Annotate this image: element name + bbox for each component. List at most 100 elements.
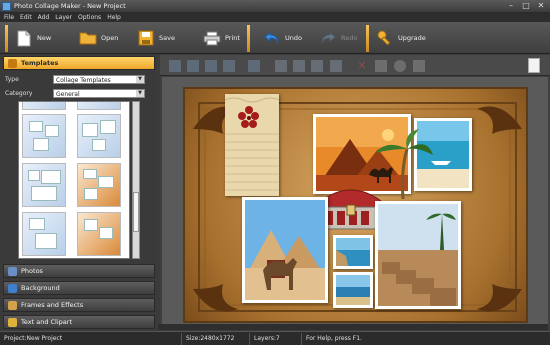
delete-icon[interactable]: ✕ xyxy=(356,60,368,72)
doc-icon[interactable] xyxy=(528,58,540,73)
gallery-scrollbar[interactable] xyxy=(132,101,140,259)
flip-vertical-icon[interactable] xyxy=(311,60,323,72)
gallery-scrollbar-thumb[interactable] xyxy=(133,192,139,232)
photo-sea-cliffs[interactable] xyxy=(333,235,373,269)
print-label: Print xyxy=(225,34,240,42)
category-select[interactable]: General ▼ xyxy=(53,88,145,98)
giza-camel-image xyxy=(245,200,325,300)
open-label: Open xyxy=(101,34,119,42)
minimize-icon[interactable]: – xyxy=(505,1,517,11)
print-button[interactable]: Print xyxy=(202,26,240,50)
send-back-icon[interactable] xyxy=(223,60,235,72)
toolbar-separator xyxy=(366,25,369,52)
new-icon xyxy=(14,28,34,48)
window-icon xyxy=(2,2,11,11)
rotate-icon[interactable] xyxy=(330,60,342,72)
template-thumb[interactable] xyxy=(22,102,66,110)
template-thumb[interactable] xyxy=(77,163,121,207)
crop-icon[interactable] xyxy=(375,60,387,72)
category-value: General xyxy=(56,90,80,98)
flip-horizontal-icon[interactable] xyxy=(293,60,305,72)
status-bar: Project:New Project Size:2480x1772 Layer… xyxy=(0,331,550,345)
template-thumb[interactable] xyxy=(22,114,66,158)
type-value: Collage Templates xyxy=(56,76,111,84)
frames-effects-header-label: Frames and Effects xyxy=(21,301,84,309)
new-button[interactable]: New xyxy=(14,26,51,50)
photo-sphinx-avenue[interactable] xyxy=(375,201,461,309)
templates-header-label: Templates xyxy=(21,59,59,67)
editor-panel: ✕ xyxy=(160,55,550,330)
layers-icon[interactable] xyxy=(413,60,425,72)
menu-edit[interactable]: Edit xyxy=(20,14,32,21)
save-icon xyxy=(136,28,156,48)
new-label: New xyxy=(37,34,52,42)
arrange-toolstrip: ✕ xyxy=(160,55,550,76)
menu-options[interactable]: Options xyxy=(78,14,101,21)
sphinx-avenue-image xyxy=(378,204,458,306)
photo-giza-camel[interactable] xyxy=(242,197,328,303)
type-row: Type Collage Templates ▼ xyxy=(5,74,155,84)
template-thumb[interactable] xyxy=(77,114,121,158)
undo-button[interactable]: Undo xyxy=(262,26,302,50)
photos-header[interactable]: Photos xyxy=(3,264,155,278)
template-thumb[interactable] xyxy=(22,212,66,256)
toolbar-separator xyxy=(247,25,250,52)
photos-icon xyxy=(8,266,17,276)
menu-file[interactable]: File xyxy=(4,14,14,21)
upgrade-button[interactable]: Upgrade xyxy=(375,26,426,50)
bring-forward-icon[interactable] xyxy=(187,60,199,72)
undo-label: Undo xyxy=(285,34,302,42)
flip-icon[interactable] xyxy=(275,60,287,72)
text-clipart-header-label: Text and Clipart xyxy=(21,318,72,326)
redo-icon xyxy=(318,28,338,48)
type-select[interactable]: Collage Templates ▼ xyxy=(53,74,145,84)
status-project: Project:New Project xyxy=(0,332,182,345)
left-panel: Templates Type Collage Templates ▼ Categ… xyxy=(0,55,157,330)
canvas-hscrollbar[interactable] xyxy=(158,324,548,330)
status-layers: Layers:7 xyxy=(250,332,302,345)
toolbar-separator xyxy=(5,25,8,52)
category-row: Category General ▼ xyxy=(5,88,155,98)
template-thumb[interactable] xyxy=(77,212,121,256)
align-icon[interactable] xyxy=(248,60,260,72)
open-icon xyxy=(78,28,98,48)
menu-help[interactable]: Help xyxy=(107,14,121,21)
send-backward-icon[interactable] xyxy=(205,60,217,72)
background-icon xyxy=(8,283,17,293)
text-clipart-header[interactable]: Text and Clipart xyxy=(3,315,155,329)
settings-icon[interactable] xyxy=(394,60,406,72)
photos-header-label: Photos xyxy=(21,267,43,275)
text-clipart-icon xyxy=(8,317,17,327)
collage-canvas[interactable] xyxy=(183,87,528,323)
close-icon[interactable]: ✕ xyxy=(535,1,547,11)
chevron-down-icon: ▼ xyxy=(136,75,144,83)
menu-layer[interactable]: Layer xyxy=(55,14,72,21)
note-paper[interactable] xyxy=(224,94,280,196)
photo-coast[interactable] xyxy=(333,272,373,308)
background-header-label: Background xyxy=(21,284,60,292)
open-button[interactable]: Open xyxy=(78,26,118,50)
redo-label: Redo xyxy=(341,34,358,42)
template-thumb[interactable] xyxy=(77,102,121,110)
template-gallery[interactable] xyxy=(18,101,130,259)
window-title: Photo Collage Maker - New Project xyxy=(14,2,126,10)
redo-button[interactable]: Redo xyxy=(318,26,357,50)
status-help: For Help, press F1. xyxy=(306,335,362,342)
menu-bar: File Edit Add Layer Options Help xyxy=(0,13,550,22)
bring-front-icon[interactable] xyxy=(169,60,181,72)
frames-icon xyxy=(8,300,17,310)
canvas-workspace[interactable] xyxy=(162,77,548,329)
save-label: Save xyxy=(159,34,175,42)
lined-paper-image xyxy=(224,94,280,196)
status-size: Size:2480x1772 xyxy=(182,332,250,345)
menu-add[interactable]: Add xyxy=(38,14,50,21)
save-button[interactable]: Save xyxy=(136,26,175,50)
maximize-icon[interactable]: □ xyxy=(520,1,532,11)
type-label: Type xyxy=(5,75,19,83)
templates-header[interactable]: Templates xyxy=(3,56,155,70)
upgrade-label: Upgrade xyxy=(398,34,426,42)
template-thumb[interactable] xyxy=(22,163,66,207)
undo-icon xyxy=(262,28,282,48)
frames-effects-header[interactable]: Frames and Effects xyxy=(3,298,155,312)
background-header[interactable]: Background xyxy=(3,281,155,295)
